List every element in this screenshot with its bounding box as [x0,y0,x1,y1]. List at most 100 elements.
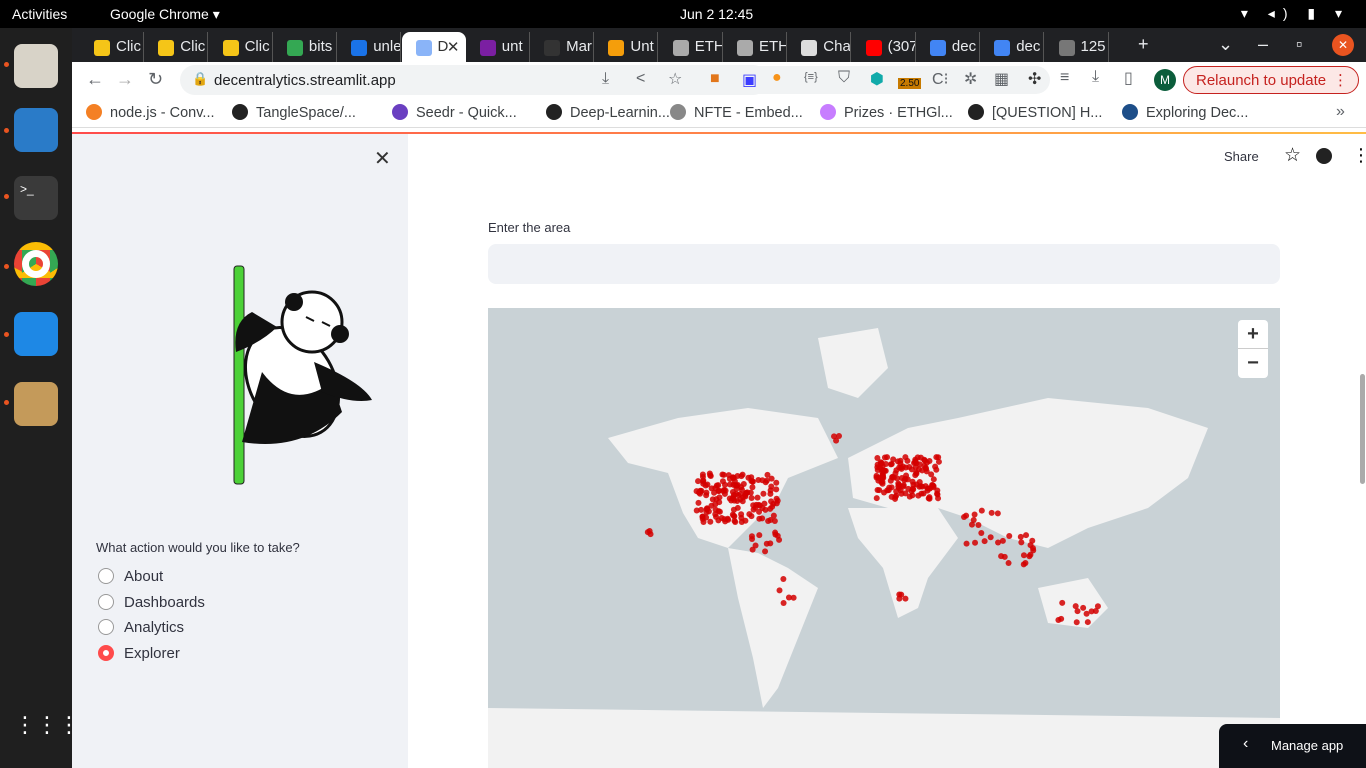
map-marker[interactable] [926,494,933,501]
radio-circle[interactable] [98,593,114,610]
browser-tab[interactable]: ETH [723,32,787,62]
reload-icon[interactable]: ↻ [148,69,163,90]
map-marker[interactable] [713,482,720,489]
browser-tab[interactable]: bits [273,32,337,62]
map-marker[interactable] [776,587,783,594]
back-icon[interactable]: ← [86,69,104,90]
map-marker[interactable] [767,487,774,494]
radio-about[interactable]: About [98,568,163,585]
map-marker[interactable] [923,459,930,466]
bookmark-item[interactable]: Prizes · ETHGl... [820,104,953,121]
map-marker[interactable] [756,515,763,522]
map-marker[interactable] [898,475,905,482]
map-marker[interactable] [1059,599,1066,606]
map-marker[interactable] [748,494,755,501]
map-marker[interactable] [978,529,985,536]
map-marker[interactable] [1094,603,1101,610]
map-marker[interactable] [1055,616,1062,623]
extension-icon[interactable]: ▣ [742,70,757,90]
apps-grid-icon[interactable]: ⋮⋮⋮ [14,712,80,756]
map-marker[interactable] [972,539,979,546]
map-marker[interactable] [707,518,714,525]
map-marker[interactable] [762,548,769,555]
radio-analytics[interactable]: Analytics [98,619,184,636]
map-marker[interactable] [889,474,896,481]
map-marker[interactable] [762,479,769,486]
browser-tab[interactable]: Clic [144,32,209,62]
map-marker[interactable] [999,537,1006,544]
map-marker[interactable] [712,506,719,513]
extension-icon[interactable]: ⬢ [870,69,884,89]
map-marker[interactable] [762,506,769,513]
bookmark-item[interactable]: [QUESTION] H... [968,104,1102,121]
map-marker[interactable] [772,529,779,536]
browser-tab[interactable]: dec [916,32,980,62]
bookmark-item[interactable]: Seedr - Quick... [392,104,517,121]
map-marker[interactable] [987,534,994,541]
map-marker[interactable] [737,496,744,503]
map-marker[interactable] [744,489,751,496]
map-marker[interactable] [975,521,982,528]
downloads-icon[interactable]: ⤓ [1092,68,1099,86]
browser-tab[interactable]: Clic [209,32,273,62]
map-marker[interactable] [898,591,905,598]
bookmark-item[interactable]: Deep-Learnin... [546,104,670,121]
radio-circle[interactable] [98,644,114,661]
map-marker[interactable] [713,496,720,503]
radio-circle[interactable] [98,568,114,584]
map-marker[interactable] [742,517,749,524]
zoom-out-button[interactable]: − [1238,349,1268,378]
map-marker[interactable] [773,500,780,507]
map-marker[interactable] [896,464,903,471]
map-marker[interactable] [1088,608,1095,615]
map-marker[interactable] [734,504,741,511]
qr-extension-icon[interactable]: ▦ [994,69,1009,89]
map-marker[interactable] [719,478,726,485]
menu-kebab-icon[interactable]: ⋮ [1352,145,1366,166]
app-menu[interactable]: Google Chrome ▾ [110,6,220,23]
map-marker[interactable] [930,484,937,491]
browser-tab[interactable]: Cha [787,32,852,62]
map-marker[interactable] [971,511,978,518]
extensions-puzzle-icon[interactable]: ✣ [1028,69,1041,89]
map-marker[interactable] [917,454,924,461]
github-icon[interactable] [1316,148,1332,164]
map-marker[interactable] [961,514,968,521]
minimize-icon[interactable]: – [1258,34,1268,55]
browser-tab[interactable]: 125 [1045,32,1109,62]
map-marker[interactable] [1017,533,1024,540]
map-marker[interactable] [930,476,937,483]
map-marker[interactable] [760,490,767,497]
map-marker[interactable] [1022,560,1029,567]
map-marker[interactable] [923,465,930,472]
map-marker[interactable] [994,510,1001,517]
map-marker[interactable] [695,478,702,485]
map-marker[interactable] [1074,608,1081,615]
maximize-icon[interactable]: ▫ [1296,34,1302,55]
browser-tab[interactable]: D ✕ [401,32,466,62]
map-marker[interactable] [1084,619,1091,626]
shield-extension-icon[interactable]: ⛉ [838,69,850,87]
map-marker[interactable] [731,497,738,504]
chrome-icon[interactable] [14,242,58,286]
map-marker[interactable] [753,501,760,508]
archive-icon[interactable] [14,382,58,426]
browser-tab[interactable]: Clic [80,32,144,62]
map-marker[interactable] [722,518,729,525]
map-marker[interactable] [1026,553,1033,560]
media-icon[interactable]: ≡ [1060,69,1069,87]
map-marker[interactable] [761,500,768,507]
browser-tab[interactable]: ETH [659,32,723,62]
map-marker[interactable] [935,454,942,461]
extension-icon[interactable]: ● [772,69,782,87]
map-marker[interactable] [749,484,756,491]
map-marker[interactable] [708,485,715,492]
system-tray-icons[interactable]: ▾ ◂) ▮ ▾ [1241,5,1350,22]
map-marker[interactable] [909,485,916,492]
map-marker[interactable] [1023,532,1030,539]
map-marker[interactable] [902,454,909,461]
radio-circle[interactable] [98,619,114,635]
new-tab-icon[interactable]: + [1138,34,1149,55]
manage-app-button[interactable]: ‹ Manage app [1219,724,1366,768]
map-marker[interactable] [706,470,713,477]
